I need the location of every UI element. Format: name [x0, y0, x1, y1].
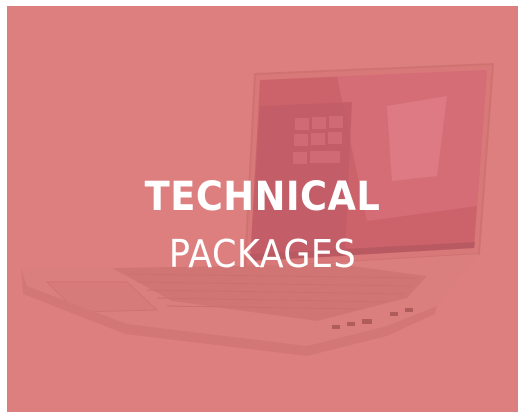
card-title-line2: PACKAGES	[168, 232, 357, 276]
card-title-line1: TECHNICAL	[144, 174, 381, 220]
technical-packages-card[interactable]: TECHNICAL PACKAGES	[7, 6, 518, 412]
